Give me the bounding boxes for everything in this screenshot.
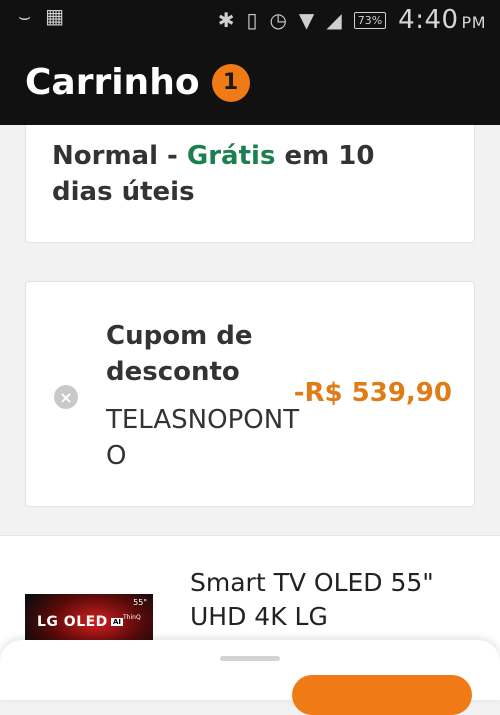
product-image-thinq: ThinQ bbox=[123, 614, 141, 621]
clock: 4:40 PM bbox=[398, 5, 486, 35]
product-image-ai-badge: AI bbox=[111, 618, 124, 626]
vibrate-icon: ▯ bbox=[246, 8, 258, 32]
cart-content[interactable]: Normal - Grátis em 10 dias úteis × Cupom… bbox=[0, 125, 500, 685]
shipping-free-label: Grátis bbox=[186, 141, 276, 171]
coupon-card: × Cupom de desconto TELASNOPONTO -R$ 539… bbox=[25, 281, 475, 507]
shipping-option-text: Normal - Grátis em 10 dias úteis bbox=[52, 138, 432, 210]
calendar-icon: ▦ bbox=[45, 4, 65, 28]
remove-coupon-icon[interactable]: × bbox=[54, 385, 78, 409]
shipping-type: Normal - bbox=[52, 141, 187, 171]
shipping-option-card[interactable]: Normal - Grátis em 10 dias úteis bbox=[25, 125, 475, 243]
status-bar: ⌣ ▦ ✱ ▯ ◷ ▼ ◢ 73% 4:40 PM bbox=[0, 0, 500, 40]
coupon-title: Cupom de desconto bbox=[106, 321, 253, 387]
clock-ampm: PM bbox=[461, 13, 486, 32]
product-image-size: 55" bbox=[133, 598, 147, 607]
drag-handle[interactable] bbox=[220, 656, 280, 661]
checkout-button[interactable] bbox=[292, 675, 472, 715]
signal-icon: ◢ bbox=[326, 8, 342, 32]
checkout-bottom-sheet[interactable] bbox=[0, 640, 500, 715]
bluetooth-icon: ✱ bbox=[217, 8, 235, 32]
coupon-code: TELASNOPONTO bbox=[106, 405, 300, 471]
battery-indicator: 73% bbox=[353, 11, 387, 29]
wifi-icon: ▼ bbox=[298, 8, 315, 32]
alarm-icon: ◷ bbox=[269, 8, 287, 32]
cart-count-badge: 1 bbox=[211, 63, 250, 102]
clock-time: 4:40 bbox=[398, 5, 459, 35]
product-image-brand: LG OLED bbox=[37, 614, 108, 630]
coupon-discount-value: -R$ 539,90 bbox=[293, 378, 452, 408]
page-title: Carrinho bbox=[25, 62, 200, 103]
app-bar: Carrinho 1 bbox=[0, 40, 500, 125]
notification-arrow-icon: ⌣ bbox=[18, 4, 32, 28]
